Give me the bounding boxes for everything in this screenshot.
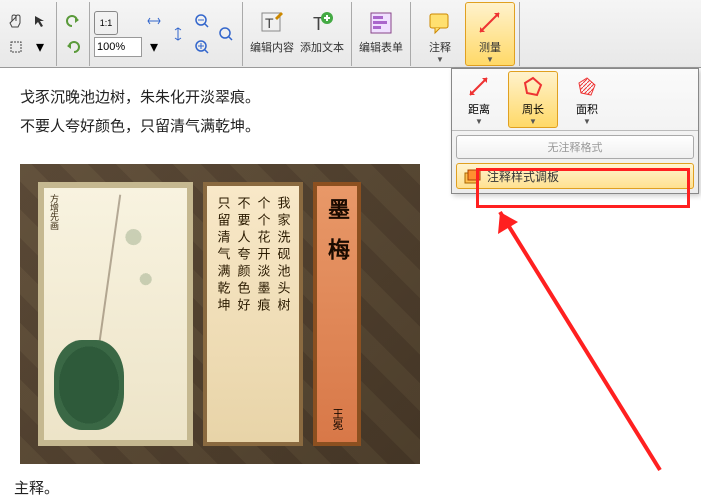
- tool-group-edit: T 编辑内容 T 添加文本: [243, 2, 352, 66]
- tool-group-zoom: 1:1 ▾: [90, 2, 243, 66]
- perimeter-tool-button[interactable]: 周长▼: [508, 71, 558, 128]
- measure-button[interactable]: 测量 ▼: [465, 2, 515, 66]
- painting-title: 墨梅: [321, 198, 353, 278]
- poem-col-4: 我家洗砚池头树: [274, 196, 293, 432]
- svg-text:T: T: [265, 15, 274, 31]
- chevron-down-icon: ▼: [436, 55, 444, 64]
- hand-tool-button[interactable]: [4, 9, 28, 33]
- zoom-out-button[interactable]: [190, 9, 214, 33]
- fit-actual-button[interactable]: 1:1: [94, 11, 118, 35]
- painting-signature: 方增先画: [48, 194, 61, 230]
- annotation-button[interactable]: 注释 ▼: [415, 2, 465, 66]
- painting-author: 王冕: [329, 408, 345, 430]
- poem-col-1: 只留清气满乾坤: [214, 196, 233, 432]
- select-tool-button[interactable]: [4, 35, 28, 59]
- add-text-icon: T: [309, 7, 335, 39]
- embedded-image: 方增先画 只留清气满乾坤 不要人夸颜色好 个个花开淡墨痕 我家洗砚池头树 墨梅 …: [20, 164, 420, 464]
- fit-page-button[interactable]: [166, 22, 190, 46]
- title-panel: 墨梅 王冕: [313, 182, 361, 446]
- palette-icon: [463, 167, 481, 185]
- zoom-dropdown-button[interactable]: ▾: [142, 35, 166, 59]
- fit-width-button[interactable]: [142, 9, 166, 33]
- edit-form-icon: [368, 7, 394, 39]
- annotation-style-panel-button[interactable]: 注释样式调板: [456, 163, 694, 189]
- area-tool-button[interactable]: 面积▼: [562, 71, 612, 128]
- tool-group-history: [57, 2, 90, 66]
- add-text-button[interactable]: T 添加文本: [297, 2, 347, 66]
- annotation-icon: [427, 7, 453, 39]
- tool-group-annot: 注释 ▼ 测量 ▼: [411, 2, 520, 66]
- distance-tool-button[interactable]: 距离▼: [454, 71, 504, 128]
- zoom-in-button[interactable]: [190, 35, 214, 59]
- distance-icon: [467, 73, 491, 101]
- area-icon: [575, 73, 599, 101]
- undo-button[interactable]: [61, 9, 85, 33]
- redo-button[interactable]: [61, 35, 85, 59]
- no-annotation-style-button[interactable]: 无注释格式: [456, 135, 694, 159]
- main-toolbar: ▾ 1:1 ▾ T 编辑内容: [0, 0, 701, 68]
- measure-dropdown: 距离▼ 周长▼ 面积▼ 无注释格式 注释样式调板: [451, 68, 699, 194]
- measure-icon: [477, 7, 503, 39]
- chevron-down-icon: ▼: [486, 55, 494, 64]
- poem-col-3: 个个花开淡墨痕: [254, 196, 273, 432]
- perimeter-icon: [521, 73, 545, 101]
- tool-group-select: ▾: [0, 2, 57, 66]
- poem-col-2: 不要人夸颜色好: [234, 196, 253, 432]
- marquee-zoom-button[interactable]: [214, 22, 238, 46]
- edit-form-button[interactable]: 编辑表单: [356, 2, 406, 66]
- arrow-tool-button[interactable]: [28, 9, 52, 33]
- tool-group-form: 编辑表单: [352, 2, 411, 66]
- edit-content-icon: T: [259, 7, 285, 39]
- edit-content-button[interactable]: T 编辑内容: [247, 2, 297, 66]
- painting-scroll: 方增先画: [38, 182, 193, 446]
- zoom-input[interactable]: [94, 37, 142, 57]
- selector-button[interactable]: ▾: [28, 35, 52, 59]
- poem-panel: 只留清气满乾坤 不要人夸颜色好 个个花开淡墨痕 我家洗砚池头树: [203, 182, 303, 446]
- footer-text: 主释。: [14, 477, 59, 498]
